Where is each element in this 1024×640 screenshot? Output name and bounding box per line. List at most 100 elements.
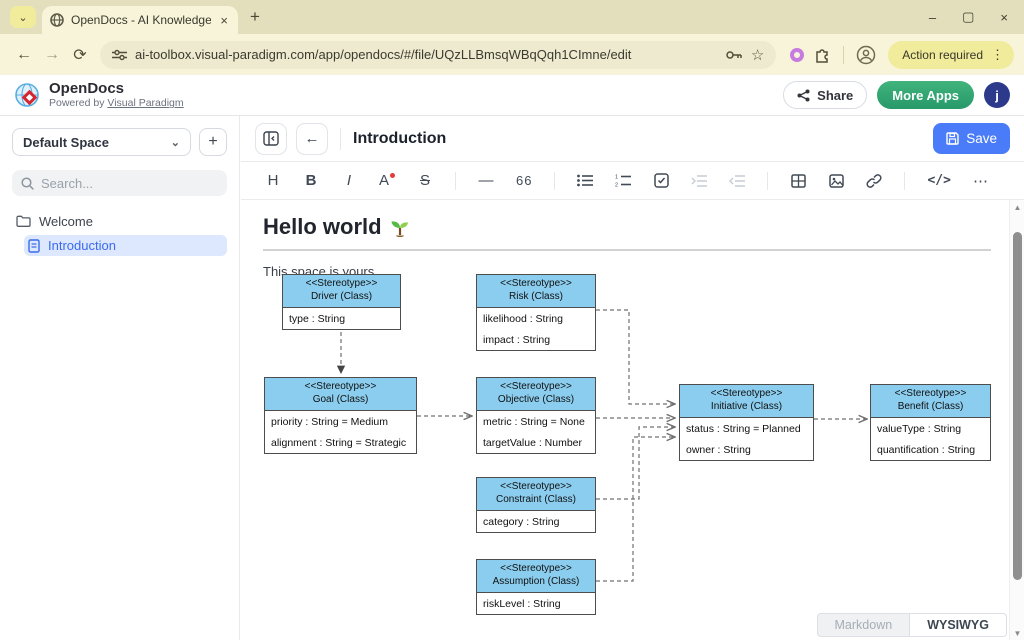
scroll-up-icon[interactable]: ▲	[1010, 200, 1024, 214]
table-button[interactable]	[790, 174, 806, 188]
horizontal-rule-button[interactable]: —	[478, 172, 494, 189]
browser-tabstrip: ⌄ OpenDocs - AI Knowledge Base × + – ▢ ×	[0, 0, 1024, 34]
more-options-button[interactable]: ⋯	[973, 172, 990, 190]
font-color-button[interactable]: A	[379, 172, 395, 189]
add-space-button[interactable]: +	[199, 128, 227, 156]
tab-close-icon[interactable]: ×	[218, 13, 230, 28]
space-selector-value: Default Space	[23, 135, 109, 150]
tree-item-label: Welcome	[39, 214, 93, 229]
blockquote-button[interactable]: 66	[516, 173, 532, 188]
folder-icon	[16, 215, 31, 227]
tab-title: OpenDocs - AI Knowledge Base	[71, 13, 211, 27]
brand: OpenDocs Powered by Visual Paradigm	[14, 81, 184, 110]
share-label: Share	[817, 88, 853, 103]
uml-class-risk[interactable]: <<Stereotype>>Risk (Class) likelihood : …	[476, 274, 596, 351]
visual-paradigm-link[interactable]: Visual Paradigm	[107, 97, 183, 109]
uml-class-goal[interactable]: <<Stereotype>>Goal (Class) priority : St…	[264, 377, 417, 454]
image-button[interactable]	[828, 174, 844, 188]
markdown-mode-button[interactable]: Markdown	[817, 613, 911, 637]
uml-class-constraint[interactable]: <<Stereotype>>Constraint (Class) categor…	[476, 477, 596, 533]
toolbar-separator	[843, 46, 844, 64]
browser-tab[interactable]: OpenDocs - AI Knowledge Base ×	[42, 6, 238, 34]
search-input[interactable]	[41, 176, 218, 191]
save-button[interactable]: Save	[933, 123, 1010, 154]
address-bar[interactable]: ai-toolbox.visual-paradigm.com/app/opend…	[100, 41, 776, 69]
editor-mode-toggle: Markdown WYSIWYG	[817, 613, 1007, 637]
share-button[interactable]: Share	[783, 81, 867, 109]
svg-text:2: 2	[615, 183, 618, 188]
sidebar-item-welcome[interactable]: Welcome	[12, 210, 227, 232]
editor-toolbar: H B I A S — 66 12 </> ⋯	[241, 162, 1024, 200]
more-apps-button[interactable]: More Apps	[877, 81, 974, 109]
action-required-button[interactable]: Action required ⋮	[888, 41, 1014, 69]
save-label: Save	[966, 131, 997, 146]
sidebar: Default Space ⌄ + Welcome Introduction	[0, 116, 240, 640]
favicon-globe-icon	[50, 13, 64, 27]
document-icon	[28, 239, 40, 253]
vertical-scrollbar[interactable]: ▲ ▼	[1009, 200, 1024, 640]
toolbar-divider	[767, 172, 768, 190]
browser-toolbar: ← → ⟳ ai-toolbox.visual-paradigm.com/app…	[0, 34, 1024, 75]
checkbox-list-button[interactable]	[653, 173, 669, 188]
space-selector[interactable]: Default Space ⌄	[12, 128, 191, 156]
toolbar-divider	[554, 172, 555, 190]
uml-class-driver[interactable]: <<Stereotype>>Driver (Class) type : Stri…	[282, 274, 401, 330]
code-button[interactable]: </>	[927, 173, 950, 188]
opendocs-logo-icon	[14, 82, 41, 109]
extensions-puzzle-icon[interactable]	[814, 46, 831, 63]
wysiwyg-mode-button[interactable]: WYSIWYG	[910, 613, 1007, 637]
toggle-sidebar-button[interactable]	[255, 123, 287, 155]
uml-class-assumption[interactable]: <<Stereotype>>Assumption (Class) riskLev…	[476, 559, 596, 615]
bullet-list-button[interactable]	[577, 174, 593, 187]
uml-class-benefit[interactable]: <<Stereotype>>Benefit (Class) valueType …	[870, 384, 991, 461]
link-button[interactable]	[866, 173, 882, 188]
scrollbar-thumb[interactable]	[1013, 232, 1022, 580]
forward-button[interactable]: →	[38, 46, 66, 64]
sidebar-item-introduction[interactable]: Introduction	[24, 235, 227, 256]
seedling-emoji-icon	[390, 217, 410, 237]
strikethrough-button[interactable]: S	[417, 172, 433, 189]
heading-button[interactable]: H	[265, 172, 281, 189]
uml-class-initiative[interactable]: <<Stereotype>>Initiative (Class) status …	[679, 384, 814, 461]
page-title: Introduction	[353, 130, 446, 148]
tab-search-button[interactable]: ⌄	[10, 6, 36, 28]
tree-item-label: Introduction	[48, 238, 116, 253]
back-button[interactable]: ←	[10, 46, 38, 64]
numbered-list-button[interactable]: 12	[615, 174, 631, 187]
toolbar-divider	[904, 172, 905, 190]
url-text[interactable]: ai-toolbox.visual-paradigm.com/app/opend…	[135, 47, 718, 62]
profile-icon[interactable]	[856, 45, 876, 65]
document-canvas[interactable]: Hello world This space is yours.	[241, 200, 1024, 640]
toolbar-divider	[455, 172, 456, 190]
italic-button[interactable]: I	[341, 172, 357, 189]
indent-button[interactable]	[691, 175, 707, 187]
extension-ring-icon[interactable]	[790, 48, 804, 62]
uml-class-objective[interactable]: <<Stereotype>>Objective (Class) metric :…	[476, 377, 596, 454]
scroll-down-icon[interactable]: ▼	[1010, 626, 1024, 640]
reload-button[interactable]: ⟳	[66, 45, 94, 65]
browser-menu-icon[interactable]: ⋮	[991, 47, 1004, 63]
save-icon	[946, 132, 959, 145]
app-title: OpenDocs	[49, 81, 184, 98]
powered-by: Powered by Visual Paradigm	[49, 97, 184, 109]
chevron-down-icon: ⌄	[171, 136, 180, 149]
bold-button[interactable]: B	[303, 172, 319, 189]
search-icon	[21, 177, 34, 190]
password-key-icon[interactable]	[726, 50, 743, 60]
window-maximize-button[interactable]: ▢	[962, 9, 974, 25]
back-navigation-button[interactable]: ←	[296, 123, 328, 155]
search-box[interactable]	[12, 170, 227, 196]
window-minimize-button[interactable]: –	[929, 10, 936, 25]
svg-text:1: 1	[615, 175, 618, 181]
site-settings-icon[interactable]	[112, 49, 127, 61]
user-avatar[interactable]: j	[984, 82, 1010, 108]
doc-heading: Hello world	[263, 214, 991, 251]
header-divider	[340, 128, 341, 150]
bookmark-star-icon[interactable]: ☆	[751, 46, 764, 64]
editor-header: ← Introduction Save	[241, 116, 1024, 162]
new-tab-button[interactable]: +	[250, 7, 260, 27]
app-header: OpenDocs Powered by Visual Paradigm Shar…	[0, 75, 1024, 116]
window-close-button[interactable]: ×	[1000, 10, 1008, 25]
outdent-button[interactable]	[729, 175, 745, 187]
share-icon	[797, 89, 810, 102]
